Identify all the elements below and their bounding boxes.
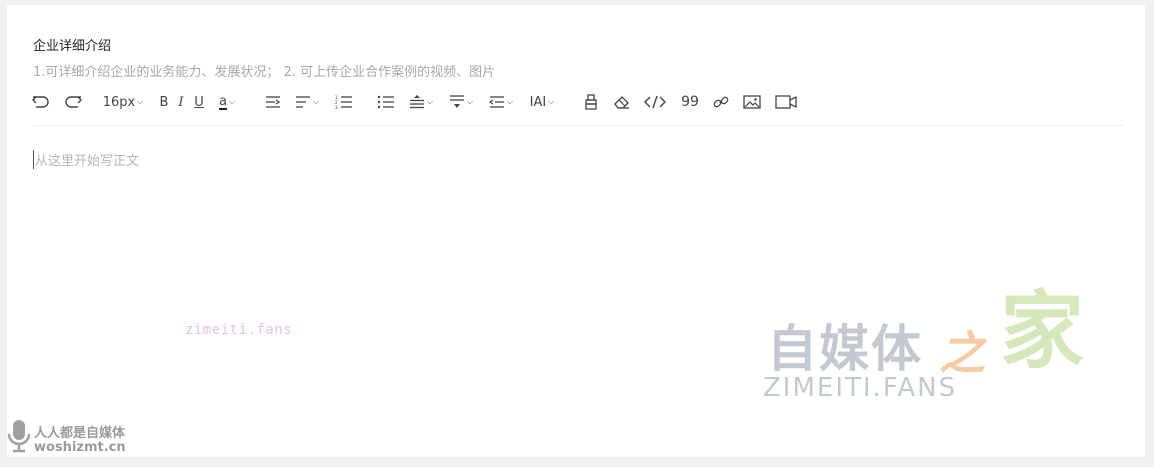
section-hint: 1.可详细介绍企业的业务能力、发展状况； 2. 可上传企业合作案例的视频、图片 <box>33 65 496 80</box>
indent-button[interactable] <box>263 89 283 115</box>
watermark-logo-jia: 家 <box>1000 282 1085 380</box>
chevron-down-icon: ⌵ <box>548 97 555 106</box>
undo-icon <box>32 96 49 108</box>
italic-icon: I <box>178 94 184 110</box>
font-color-icon: a <box>218 93 227 110</box>
font-color-select[interactable]: a ⌵ <box>215 89 239 115</box>
clear-format-button[interactable] <box>611 89 633 115</box>
italic-button[interactable]: I <box>175 89 187 115</box>
corner-watermark-en: woshizmt.cn <box>34 440 126 455</box>
bullet-list-icon <box>377 95 394 109</box>
underline-button[interactable]: U <box>192 89 206 115</box>
quote-icon: 99 <box>681 94 699 110</box>
video-button[interactable] <box>773 89 799 115</box>
line-height-icon <box>409 95 424 109</box>
format-painter-button[interactable] <box>581 89 601 115</box>
font-size-value: 16px <box>102 94 136 110</box>
paragraph-spacing-icon <box>449 95 464 108</box>
editor-card: 企业详细介绍 1.可详细介绍企业的业务能力、发展状况； 2. 可上传企业合作案例… <box>7 5 1145 457</box>
image-icon <box>743 95 761 109</box>
bullet-list-button[interactable] <box>375 89 397 115</box>
chevron-down-icon: ⌵ <box>228 97 236 106</box>
bold-button[interactable]: B <box>157 89 171 115</box>
letter-spacing-select[interactable]: IAI ⌵ <box>527 89 557 115</box>
image-button[interactable] <box>741 89 763 115</box>
code-button[interactable] <box>643 89 667 115</box>
letter-spacing-icon: IAI <box>529 94 547 110</box>
svg-text:3: 3 <box>335 105 338 109</box>
redo-icon <box>65 96 82 108</box>
ordered-list-icon: 1 2 3 <box>335 95 352 109</box>
watermark-logo-en: ZIMEITI.FANS <box>763 373 958 403</box>
editor-toolbar: 16px ⌵ B I U a ⌵ ⌵ 1 2 3 ⌵ ⌵ ⌵ IAI ⌵ 99 <box>29 89 829 115</box>
bold-icon: B <box>159 94 169 110</box>
editor-placeholder: 从这里开始写正文 <box>33 150 139 169</box>
align-select[interactable]: ⌵ <box>293 89 321 115</box>
corner-watermark-cn: 人人都是自媒体 <box>34 426 126 441</box>
eraser-icon <box>614 96 629 109</box>
rich-text-editor[interactable]: 从这里开始写正文 <box>33 140 1123 440</box>
link-button[interactable] <box>711 89 731 115</box>
chevron-down-icon: ⌵ <box>426 97 434 106</box>
align-left-icon <box>295 96 310 108</box>
chevron-down-icon: ⌵ <box>506 97 514 106</box>
font-size-select[interactable]: 16px ⌵ <box>99 89 147 115</box>
microphone-icon <box>7 420 31 453</box>
chevron-down-icon: ⌵ <box>312 97 320 106</box>
code-icon <box>644 95 666 109</box>
redo-button[interactable] <box>61 89 85 115</box>
chevron-down-icon: ⌵ <box>466 97 474 106</box>
outdent-icon <box>488 96 504 108</box>
line-height-select[interactable]: ⌵ <box>407 89 435 115</box>
section-title: 企业详细介绍 <box>33 39 112 54</box>
indent-icon <box>266 96 281 108</box>
format-painter-icon <box>585 94 597 110</box>
chevron-down-icon: ⌵ <box>137 97 144 106</box>
toolbar-divider <box>33 125 1123 126</box>
text-indent-select[interactable]: ⌵ <box>487 89 515 115</box>
video-icon <box>775 95 797 109</box>
link-icon <box>713 96 729 108</box>
watermark-small: zimeiti.fans <box>185 322 293 338</box>
blockquote-button[interactable]: 99 <box>679 89 701 115</box>
undo-button[interactable] <box>29 89 53 115</box>
ordered-list-button[interactable]: 1 2 3 <box>333 89 355 115</box>
underline-icon: U <box>194 94 204 110</box>
watermark-logo-cn: 自媒体 <box>767 320 923 378</box>
paragraph-spacing-select[interactable]: ⌵ <box>447 89 475 115</box>
